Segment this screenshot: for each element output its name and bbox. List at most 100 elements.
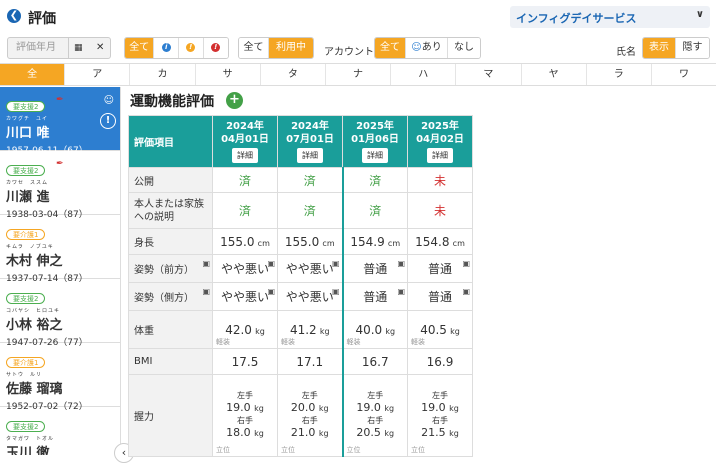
name-show-button[interactable]: 表示 [643,38,676,58]
detail-button[interactable]: 詳細 [362,148,388,163]
detail-button[interactable]: 詳細 [232,148,258,163]
bmi-value: 17.5 [231,354,259,369]
table-cell: 済 [212,167,278,193]
grip-right-value: 21.0 [290,425,316,439]
account-no-button[interactable]: なし [448,38,480,58]
row-label: 握力 [128,374,213,457]
kana-tab-ra[interactable]: ラ [587,64,652,85]
status-active-button[interactable]: 利用中 [269,38,313,58]
posture-value: やや悪い [220,290,269,304]
account-all-button[interactable]: 全て [375,38,406,58]
status-all-button[interactable]: 全て [239,38,269,58]
status-value: 済 [369,173,382,188]
posture-value: やや悪い [220,262,269,276]
clear-icon[interactable]: ✕ [96,38,104,58]
image-icon[interactable]: ▣ [202,259,210,268]
level-warning-button[interactable]: ! [178,38,204,58]
unit: kg [318,403,329,413]
user-icon: ☺ [411,42,422,53]
unit: kg [254,403,264,413]
table-cell: 未 [407,167,473,193]
kana-tab-ka[interactable]: カ [130,64,196,85]
row-label-text: 姿勢（側方） [134,293,194,304]
person-card[interactable]: 要介護1 サトウ ルリ 佐藤 瑠璃 1952-07-02（72） [0,343,120,412]
alert-icon: ! [211,42,221,52]
kana-tab-wa[interactable]: ワ [652,64,716,85]
status-value: 済 [303,204,316,218]
table-cell: 普通 ▣ [407,254,473,283]
detail-button[interactable]: 詳細 [297,148,323,163]
weight-note: 軽装 [281,338,295,346]
account-yes-button[interactable]: ☺あり [406,38,448,58]
kana-tab-all[interactable]: 全 [0,64,66,85]
image-icon[interactable]: ▣ [267,287,275,296]
person-card[interactable]: 要支援2 コバヤシ ヒロユキ 小林 裕之 1947-07-26（77） [0,279,120,348]
image-icon[interactable]: ▣ [397,287,405,296]
col-year: 2024年 [291,121,329,132]
detail-button[interactable]: 詳細 [427,148,453,163]
grip-note: 立位 [216,446,230,454]
grip-left-value: 19.0 [421,400,446,414]
col-year: 2024年 [226,121,264,132]
image-icon[interactable]: ▣ [462,287,470,296]
add-evaluation-button[interactable]: + [226,92,243,109]
unit: cm [322,238,335,248]
grip-left-value: 19.0 [226,400,251,414]
person-card[interactable]: 要支援2 タマガワ トオル 玉川 徹 [0,407,120,455]
name-hide-button[interactable]: 隠す [676,38,709,58]
level-info-button[interactable]: i [154,38,179,58]
column-header: 2024年 07月01日 詳細 [277,115,343,168]
person-list: 要支援2 ✒ ☺ ! カワグチ ユイ 川口 唯 1957-06-11（67） 要… [0,87,121,455]
table-cell: やや悪い ▣ [277,254,343,283]
kana-tab-sa[interactable]: サ [196,64,261,85]
image-icon[interactable]: ▣ [332,287,340,296]
kana-tab-ta[interactable]: タ [261,64,326,85]
grip-left-value: 19.0 [356,400,381,414]
person-name: 玉川 徹 [6,446,50,455]
person-furigana: キムラ ノブユキ [6,244,54,250]
col-date: 04月02日 [416,134,464,145]
person-card[interactable]: 要介護1 キムラ ノブユキ 木村 伸之 1937-07-14（87） [0,215,120,284]
image-icon[interactable]: ▣ [397,259,405,268]
table-row: 本人または家族への説明 済 済 済 未 [128,192,473,229]
kana-tab-ha[interactable]: ハ [391,64,457,85]
image-icon[interactable]: ▣ [462,259,470,268]
unit: kg [449,428,459,438]
person-furigana: タマガワ トオル [6,436,55,442]
kana-tab-a[interactable]: ア [65,64,131,85]
col-date: 04月01日 [221,134,269,145]
status-value: 済 [238,173,251,188]
kana-tab-na[interactable]: ナ [326,64,392,85]
left-hand-label: 左手 [367,390,384,400]
account-label: アカウント [324,47,374,58]
back-icon[interactable]: ❮ [7,9,21,23]
status-value: 済 [238,204,251,218]
care-level-badge: 要介護1 [6,357,46,368]
calendar-icon[interactable]: ▦ [74,38,83,58]
signature-icon: ✒ [56,95,64,105]
image-icon[interactable]: ▣ [332,259,340,268]
kana-tab-ya[interactable]: ヤ [522,64,587,85]
kana-tab-ma[interactable]: マ [456,64,522,85]
level-all-button[interactable]: 全て [125,38,155,58]
page-title: 評価 [28,11,56,27]
alert-icon[interactable]: ! [100,113,116,129]
height-value: 155.0 [284,234,320,249]
grip-note: 立位 [346,446,361,454]
image-icon[interactable]: ▣ [267,259,275,268]
row-label: 体重 [128,310,213,349]
date-filter-input[interactable]: 評価年月 ▦ ✕ [7,37,111,59]
unit: cm [387,238,401,248]
right-hand-label: 右手 [367,415,384,425]
table-cell: 左手 19.0 kg 右手 21.5 kg 立位 [407,374,473,457]
table-row: 姿勢（側方） ▣ やや悪い ▣ やや悪い ▣ 普通 ▣ 普通 ▣ [128,282,473,311]
level-alert-button[interactable]: ! [203,38,228,58]
person-card[interactable]: 要支援2 ✒ ☺ ! カワグチ ユイ 川口 唯 1957-06-11（67） [0,87,120,156]
right-hand-label: 右手 [301,415,318,425]
table-cell: やや悪い ▣ [212,282,278,311]
office-select[interactable]: インフィグデイサービス ∨ [510,6,710,28]
image-icon[interactable]: ▣ [202,287,210,296]
row-header: 評価項目 [128,115,213,168]
weight-value: 42.0 [225,322,252,337]
person-card[interactable]: 要支援2 ✒ カワセ ススム 川瀬 進 1938-03-04（87） [0,151,120,220]
